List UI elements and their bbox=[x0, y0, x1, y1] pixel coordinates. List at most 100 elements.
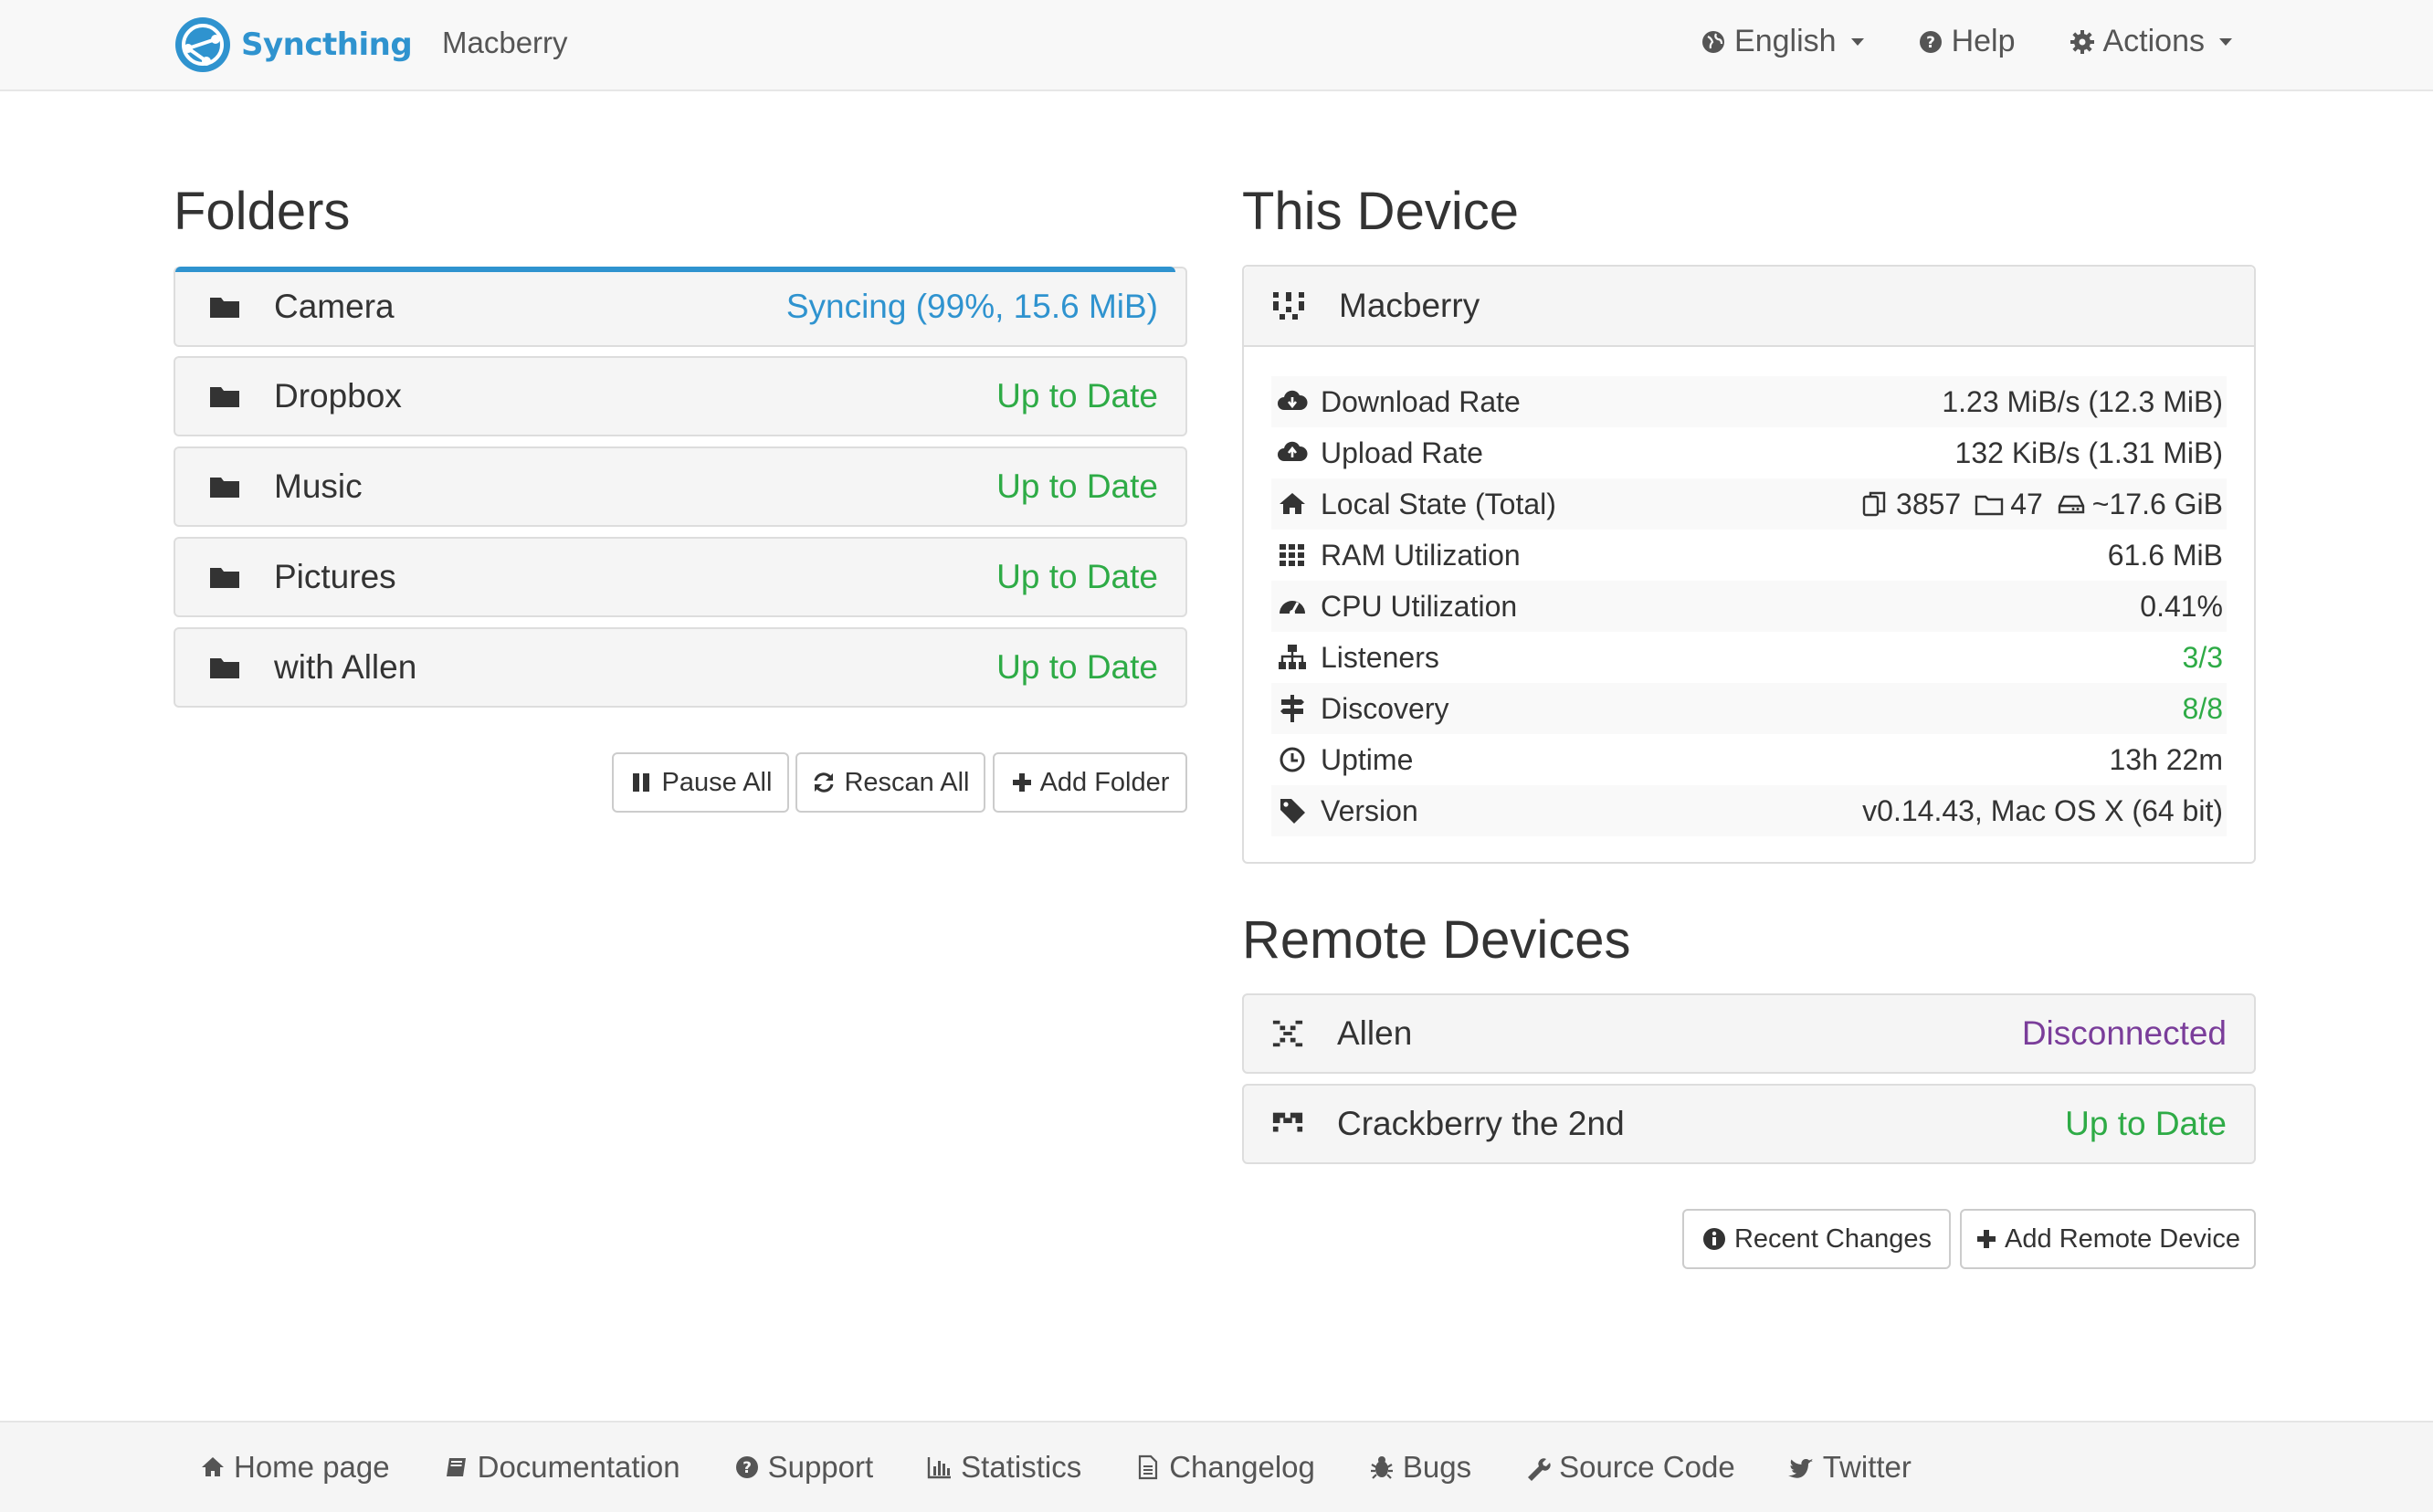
footer: Home page Documentation ? Support Statis… bbox=[0, 1421, 2433, 1512]
footer-link-changelog[interactable]: Changelog bbox=[1134, 1450, 1315, 1485]
stat-label: Uptime bbox=[1321, 742, 1414, 776]
device-stats-table: Download Rate 1.23 MiB/s (12.3 MiB) Uplo… bbox=[1271, 376, 2227, 836]
cloud-upload-icon bbox=[1278, 441, 1308, 461]
footer-link-bugs[interactable]: Bugs bbox=[1368, 1450, 1471, 1485]
file-text-icon bbox=[1139, 1454, 1158, 1480]
remote-device-name: Crackberry the 2nd bbox=[1337, 1105, 1625, 1142]
footer-link-label: Support bbox=[767, 1450, 874, 1484]
chevron-down-icon bbox=[2219, 37, 2232, 46]
folder-panel-camera[interactable]: Camera Syncing (99%, 15.6 MiB) bbox=[174, 267, 1187, 347]
folder-panel-with-allen[interactable]: with Allen Up to Date bbox=[174, 627, 1187, 708]
footer-link-documentation[interactable]: Documentation bbox=[443, 1450, 680, 1485]
device-identicon-icon bbox=[1272, 1112, 1303, 1132]
footer-link-label: Statistics bbox=[961, 1450, 1082, 1484]
stat-label: CPU Utilization bbox=[1321, 589, 1518, 623]
footer-links: Home page Documentation ? Support Statis… bbox=[199, 1450, 1912, 1485]
stat-value: 0.41% bbox=[2140, 589, 2223, 623]
svg-text:?: ? bbox=[1926, 34, 1935, 52]
folder-icon bbox=[210, 478, 239, 498]
folders-title: Folders bbox=[174, 182, 351, 241]
remote-device-panel-allen[interactable]: Allen Disconnected bbox=[1242, 993, 2256, 1074]
files-icon bbox=[1862, 491, 1886, 517]
stat-value: 1.23 MiB/s (12.3 MiB) bbox=[1942, 384, 2223, 418]
folder-panel-music[interactable]: Music Up to Date bbox=[174, 446, 1187, 527]
question-circle-icon: ? bbox=[735, 1456, 758, 1478]
folder-icon bbox=[210, 387, 239, 407]
stat-discovery: Discovery 8/8 bbox=[1271, 683, 2227, 734]
sitemap-icon bbox=[1279, 645, 1306, 669]
footer-link-statistics[interactable]: Statistics bbox=[926, 1450, 1081, 1485]
footer-link-source-code[interactable]: Source Code bbox=[1524, 1450, 1735, 1485]
plus-icon bbox=[1977, 1230, 1996, 1248]
folder-status: Syncing (99%, 15.6 MiB) bbox=[785, 288, 1158, 325]
bar-chart-icon bbox=[927, 1457, 952, 1479]
dashboard-icon bbox=[1280, 601, 1305, 615]
footer-link-label: Home page bbox=[234, 1450, 390, 1484]
twitter-icon bbox=[1787, 1458, 1813, 1478]
remote-device-name: Allen bbox=[1337, 1014, 1413, 1052]
this-device-panel: Macberry Download Rate 1.23 MiB/s (12.3 … bbox=[1242, 265, 2256, 864]
pause-icon bbox=[632, 773, 649, 792]
home-icon bbox=[1280, 493, 1305, 514]
this-device-header[interactable]: Macberry bbox=[1244, 267, 2254, 347]
navbar: Syncthing Macberry English ? Help Action… bbox=[0, 0, 2433, 91]
rescan-all-button[interactable]: Rescan All bbox=[795, 752, 985, 813]
folder-status: Up to Date bbox=[996, 467, 1158, 505]
footer-link-support[interactable]: ? Support bbox=[733, 1450, 874, 1485]
svg-text:?: ? bbox=[743, 1459, 752, 1477]
gear-icon bbox=[2070, 29, 2094, 54]
stat-label: Upload Rate bbox=[1321, 436, 1483, 469]
local-dirs-count: 47 bbox=[2010, 487, 2043, 520]
local-files-count: 3857 bbox=[1896, 487, 1962, 520]
folder-status: Up to Date bbox=[996, 377, 1158, 415]
footer-link-home-page[interactable]: Home page bbox=[199, 1450, 390, 1485]
folder-icon bbox=[210, 568, 239, 588]
brand[interactable]: Syncthing bbox=[174, 13, 413, 77]
folder-panel-pictures[interactable]: Pictures Up to Date bbox=[174, 537, 1187, 617]
syncthing-logo-icon bbox=[175, 17, 230, 72]
folder-name: with Allen bbox=[274, 648, 417, 686]
stat-uptime: Uptime 13h 22m bbox=[1271, 734, 2227, 785]
add-folder-label: Add Folder bbox=[1039, 767, 1170, 797]
clock-icon bbox=[1280, 747, 1305, 772]
navbar-right: English ? Help Actions bbox=[1700, 24, 2232, 59]
stat-label: Download Rate bbox=[1321, 384, 1521, 418]
brand-text: Syncthing bbox=[241, 26, 413, 63]
local-size: ~17.6 GiB bbox=[2091, 487, 2223, 520]
hdd-icon bbox=[2058, 495, 2084, 514]
stat-ram-utilization: RAM Utilization 61.6 MiB bbox=[1271, 530, 2227, 581]
folder-name: Dropbox bbox=[274, 377, 402, 415]
remote-devices-title: Remote Devices bbox=[1242, 910, 1631, 970]
folder-progress-bar bbox=[175, 267, 1175, 272]
actions-label: Actions bbox=[2102, 24, 2206, 58]
language-label: English bbox=[1734, 24, 1837, 58]
plus-icon bbox=[1012, 773, 1031, 792]
footer-link-label: Source Code bbox=[1559, 1450, 1735, 1484]
info-circle-icon bbox=[1702, 1228, 1725, 1250]
folder-name: Camera bbox=[274, 288, 395, 325]
folder-panel-dropbox[interactable]: Dropbox Up to Date bbox=[174, 356, 1187, 436]
language-dropdown[interactable]: English bbox=[1700, 24, 1864, 59]
add-remote-device-button[interactable]: Add Remote Device bbox=[1960, 1209, 2256, 1269]
remote-device-status: Disconnected bbox=[2021, 1014, 2227, 1052]
stat-value[interactable]: 3/3 bbox=[2183, 641, 2223, 675]
footer-link-twitter[interactable]: Twitter bbox=[1787, 1450, 1912, 1485]
device-identicon-icon bbox=[1272, 1020, 1303, 1047]
grid-icon bbox=[1280, 544, 1304, 566]
wrench-icon bbox=[1528, 1458, 1551, 1481]
bug-icon bbox=[1370, 1456, 1393, 1479]
folder-outline-icon bbox=[1975, 495, 2004, 516]
help-link[interactable]: ? Help bbox=[1917, 24, 2016, 59]
recent-changes-button[interactable]: Recent Changes bbox=[1682, 1209, 1951, 1269]
stat-label: Listeners bbox=[1321, 640, 1439, 674]
actions-dropdown[interactable]: Actions bbox=[2069, 24, 2232, 59]
stat-cpu-utilization: CPU Utilization 0.41% bbox=[1271, 581, 2227, 632]
stat-value[interactable]: 8/8 bbox=[2183, 692, 2223, 726]
remote-device-panel-crackberry[interactable]: Crackberry the 2nd Up to Date bbox=[1242, 1084, 2256, 1164]
add-folder-button[interactable]: Add Folder bbox=[993, 752, 1187, 813]
this-device-name: Macberry bbox=[1339, 287, 1480, 324]
pause-all-button[interactable]: Pause All bbox=[612, 752, 789, 813]
globe-icon bbox=[1702, 30, 1725, 53]
stat-label: RAM Utilization bbox=[1321, 538, 1521, 572]
tag-icon bbox=[1280, 799, 1305, 824]
